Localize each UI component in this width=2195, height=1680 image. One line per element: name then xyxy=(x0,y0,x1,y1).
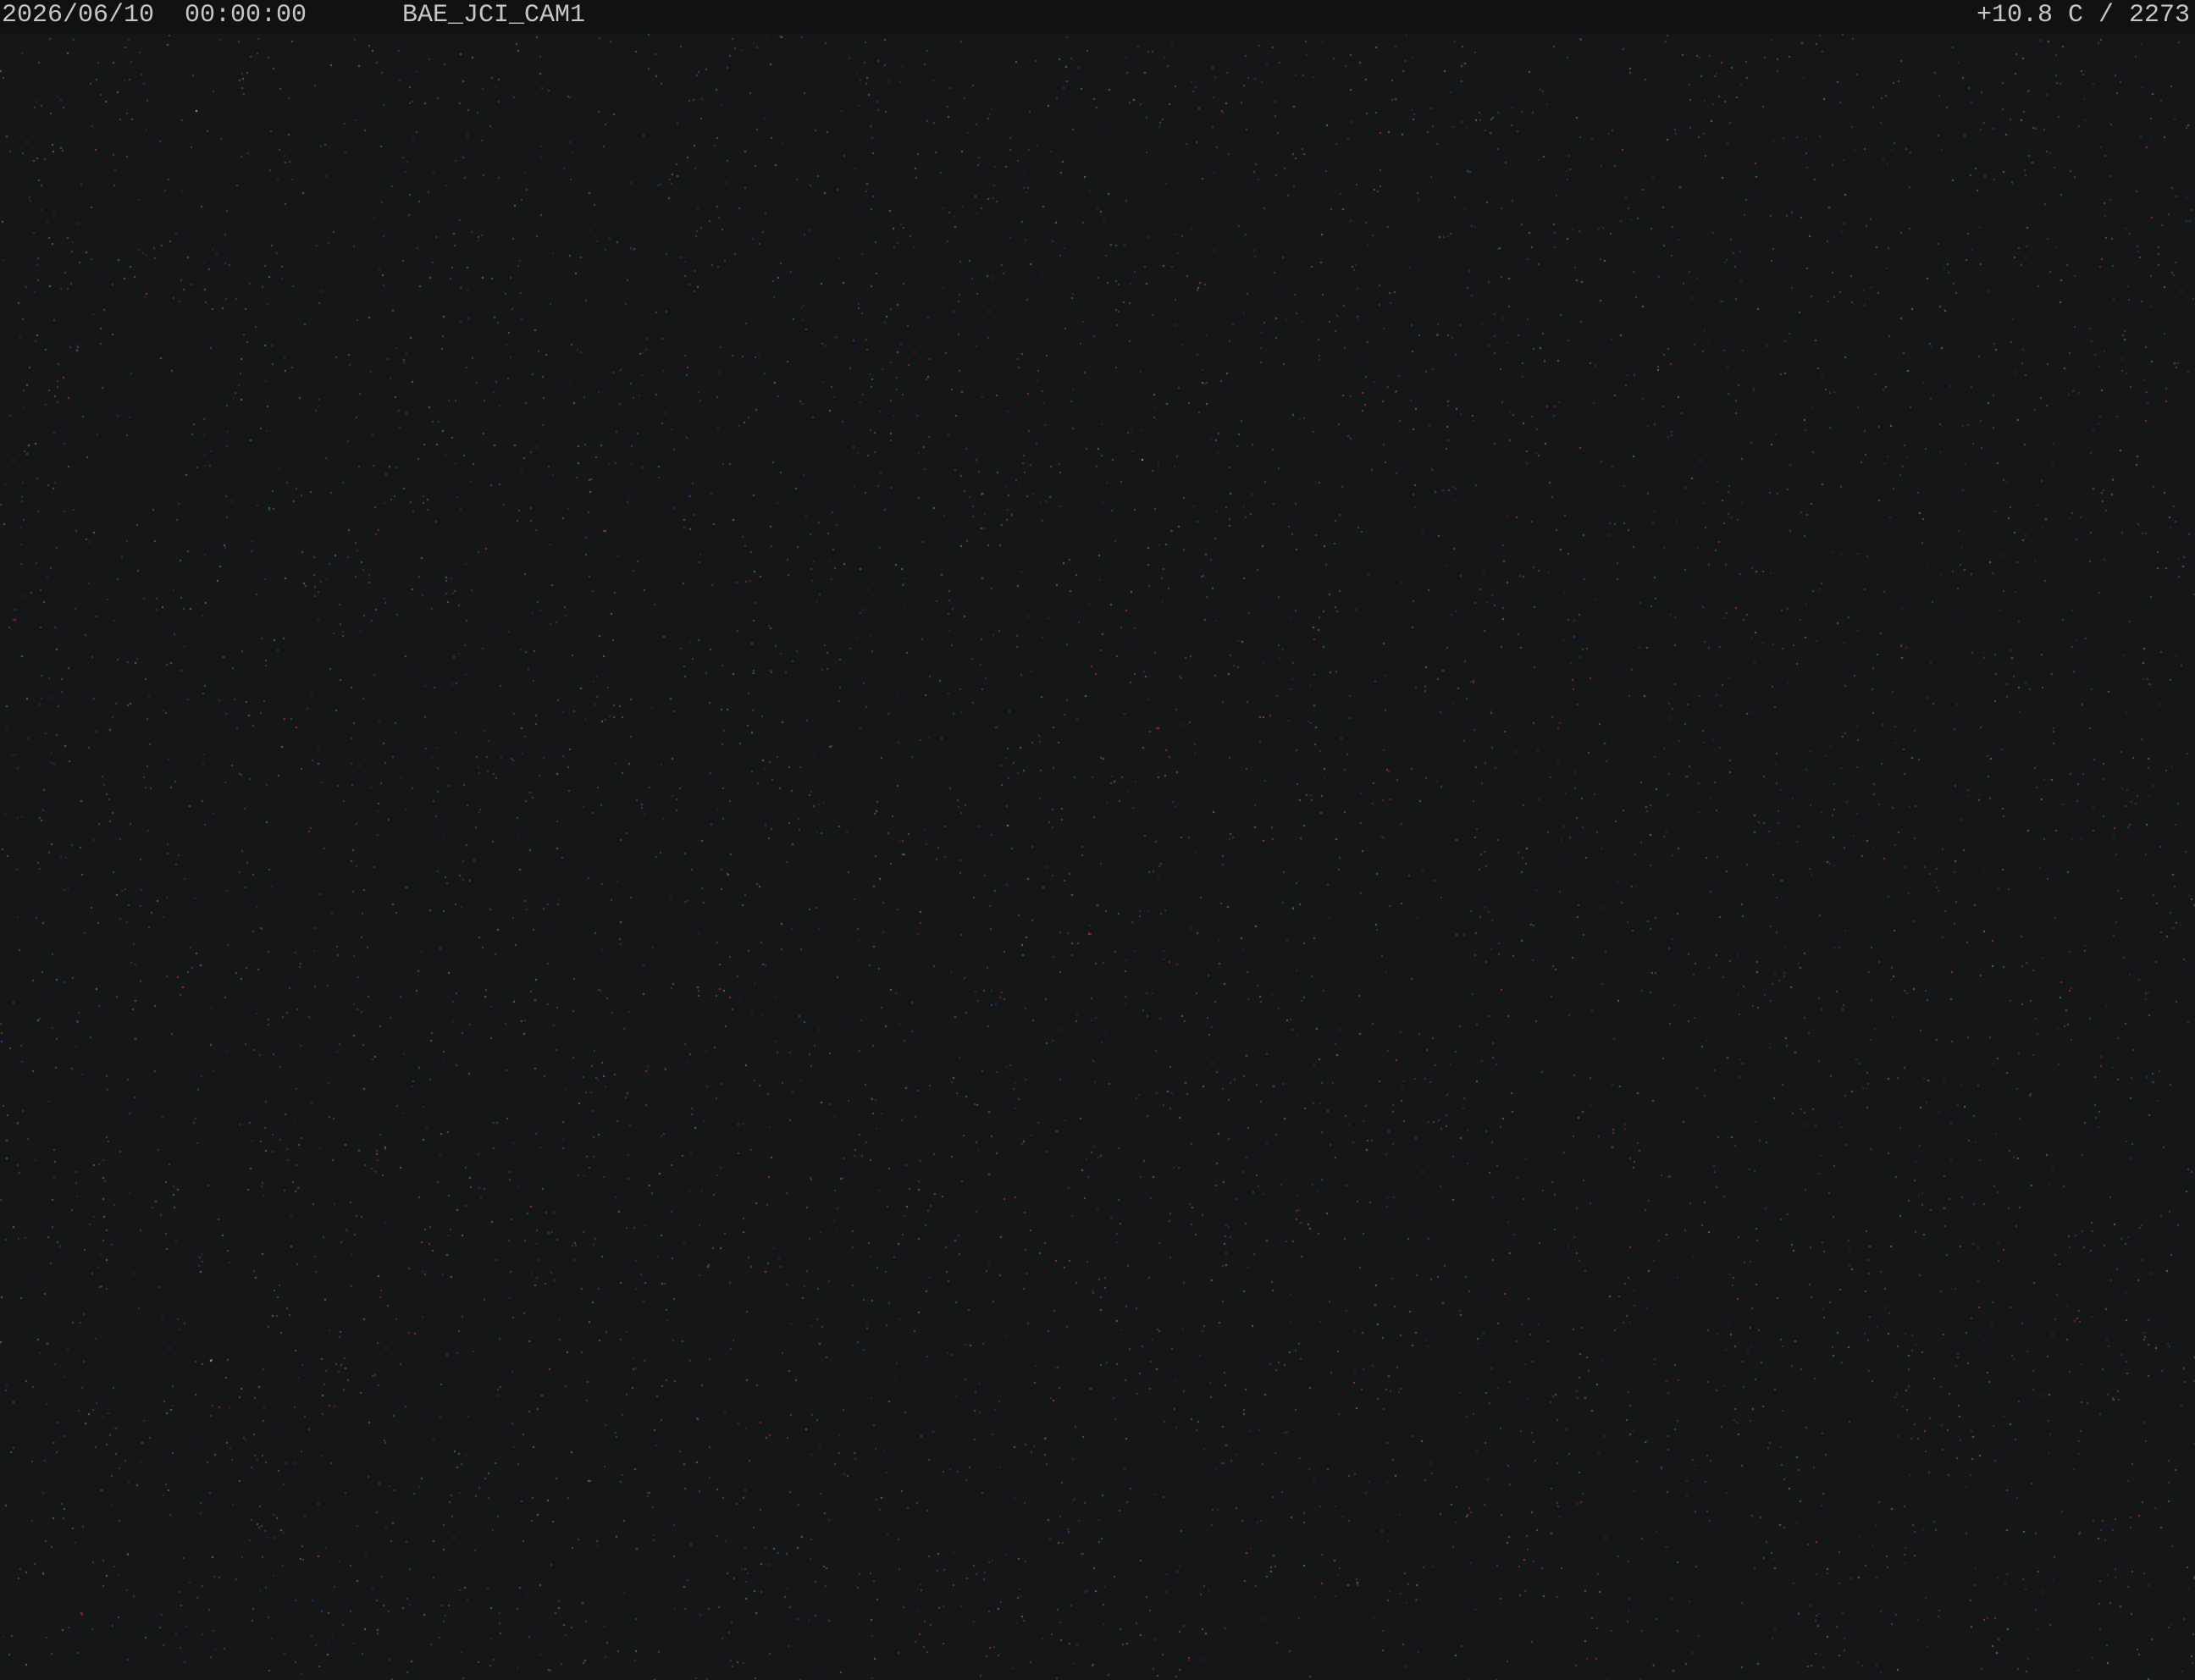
timestamp-label: 2026/06/10 00:00:00 xyxy=(2,1,307,30)
camera-id-label: BAE_JCI_CAM1 xyxy=(402,1,586,30)
night-sky-image xyxy=(0,0,2195,1680)
osd-overlay-bar: 2026/06/10 00:00:00 BAE_JCI_CAM1 +10.8 C… xyxy=(0,0,2195,34)
camera-frame: 2026/06/10 00:00:00 BAE_JCI_CAM1 +10.8 C… xyxy=(0,0,2195,1680)
temperature-status-label: +10.8 C / 2273 xyxy=(1976,1,2190,30)
